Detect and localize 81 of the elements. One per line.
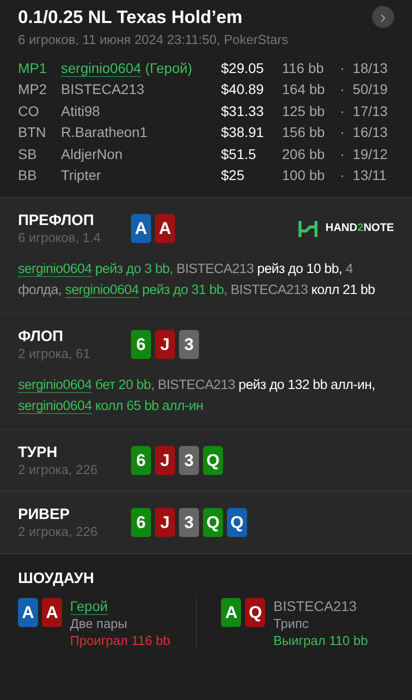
hand-rank: Две пары	[70, 616, 128, 631]
playing-card: 3	[179, 330, 199, 359]
playing-card: Q	[203, 508, 223, 537]
player-name: AldjerNon	[61, 146, 122, 162]
hand-result: Выиграл 110 bb	[273, 633, 368, 648]
separator-dot: ·	[340, 102, 345, 120]
playing-card: J	[155, 330, 175, 359]
street-name: ПРЕФЛОП	[18, 212, 95, 230]
playing-card: A	[131, 214, 151, 243]
playing-card: A	[18, 598, 38, 627]
player-name: R.Baratheon1	[61, 124, 148, 140]
player-stats: 13/11	[352, 166, 387, 185]
player-bb: 125 bb	[282, 102, 326, 120]
action-log: serginio0604 бет 20 bb, BISTECA213 рейз до 132 bb алл-ин, serginio0604 колл 65 bb алл-ин	[18, 376, 376, 416]
player-position: MP1	[18, 58, 48, 78]
playing-card: J	[155, 446, 175, 475]
playing-card: Q	[245, 598, 266, 627]
separator-dot: ·	[340, 166, 345, 185]
player-stack: $51.5	[221, 144, 258, 164]
playing-card: J	[155, 508, 175, 537]
street-info: 2 игрока, 61	[18, 346, 92, 362]
player-link[interactable]: serginio0604	[18, 260, 92, 276]
street-info: 2 игрока, 226	[18, 462, 98, 478]
playing-card: Q	[203, 446, 223, 475]
separator-dot: ·	[340, 58, 345, 78]
player-stack: $38.91	[221, 123, 265, 142]
playing-card: A	[42, 598, 62, 627]
separator-dot: ·	[340, 123, 345, 142]
player-stack: $29.05	[221, 58, 265, 78]
action-log: serginio0604 рейз до 3 bb, BISTECA213 рейз до 10 bb, 4 фолда, serginio0604 рейз до 31 bb, BISTECA213 колл 21 bb	[18, 260, 376, 300]
street-info: 6 игроков, 1.4	[18, 230, 102, 246]
player-position: SB	[18, 144, 38, 164]
showdown-title: ШОУДАУН	[18, 568, 96, 588]
playing-card: 3	[179, 446, 199, 475]
playing-card: 6	[131, 330, 151, 359]
player-bb: 156 bb	[282, 123, 326, 142]
player-link[interactable]: serginio0604	[18, 376, 92, 392]
player-stack: $31.33	[221, 102, 265, 120]
player-name-link[interactable]: serginio0604	[61, 60, 142, 76]
next-button[interactable]: ›	[372, 6, 394, 28]
player-stack: $25	[221, 166, 246, 185]
street-info: 2 игрока, 226	[18, 524, 98, 540]
player-bb: 206 bb	[282, 144, 326, 164]
playing-card: A	[155, 214, 175, 243]
player-position: CO	[18, 102, 40, 120]
hand-subtitle: 6 игроков, 11 июня 2024 23:11:50, PokerStars	[18, 31, 290, 49]
player-stack: $40.89	[221, 80, 265, 99]
hand-rank: Трипс	[273, 616, 309, 631]
logo-text: HAND2NOTE	[326, 221, 394, 236]
street-name: ФЛОП	[18, 328, 64, 346]
player-bb: 100 bb	[282, 166, 326, 185]
player-stats: 50/19	[352, 80, 388, 99]
playing-card: 3	[179, 508, 199, 537]
player-name: Atiti98	[61, 102, 100, 118]
player-link[interactable]: Герой	[70, 598, 108, 615]
playing-card: 6	[131, 508, 151, 537]
player-position: MP2	[18, 80, 48, 99]
player-position: BB	[18, 166, 38, 185]
separator-dot: ·	[340, 80, 345, 99]
logo-icon	[298, 218, 318, 238]
player-stats: 18/13	[352, 58, 388, 78]
player-position: BTN	[18, 123, 47, 142]
playing-card: Q	[227, 508, 247, 537]
player-stats: 16/13	[352, 123, 388, 142]
hero-tag: (Герой)	[145, 60, 192, 76]
street-name: РИВЕР	[18, 506, 71, 524]
player-stats: 17/13	[352, 102, 388, 120]
player-bb: 164 bb	[282, 80, 326, 99]
player-name: BISTECA213	[273, 598, 357, 614]
player-name: BISTECA213	[61, 81, 144, 97]
hand-result: Проиграл 116 bb	[70, 633, 170, 648]
playing-card: 6	[131, 446, 151, 475]
street-name: ТУРН	[18, 444, 58, 462]
separator-dot: ·	[340, 144, 345, 164]
player-link[interactable]: serginio0604	[18, 398, 92, 414]
hand-title: 0.1/0.25 NL Texas Hold’em	[18, 6, 242, 28]
player-link[interactable]: serginio0604	[65, 282, 139, 298]
player-stats: 19/12	[352, 144, 388, 164]
player-bb: 116 bb	[282, 58, 325, 78]
player-name: Tripter	[61, 167, 101, 183]
playing-card: A	[221, 598, 242, 627]
